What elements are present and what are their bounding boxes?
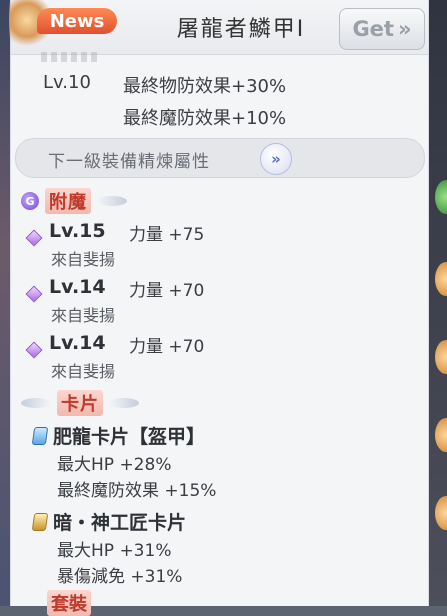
card-icon xyxy=(31,513,49,531)
card-name: 暗・神工匠卡片 xyxy=(53,512,187,534)
news-button[interactable]: News xyxy=(37,8,117,34)
get-button[interactable]: Get » xyxy=(339,8,425,50)
expand-chevron-icon[interactable]: » xyxy=(260,143,292,175)
enchant-stat: 力量 +75 xyxy=(129,225,205,245)
enchant-source: 來自斐揚 xyxy=(51,362,116,381)
enchant-level: Lv.14 xyxy=(49,276,106,298)
card-icon xyxy=(31,427,49,445)
enchant-source: 來自斐揚 xyxy=(51,306,116,325)
enchant-section-header: G 附魔 xyxy=(21,188,127,214)
side-button-orange-2[interactable] xyxy=(435,340,447,374)
cut-off-row xyxy=(41,52,101,62)
get-label: Get xyxy=(352,17,394,41)
next-refine-bar[interactable]: 下一級裝備精煉屬性 » xyxy=(15,138,425,178)
enchant-stat: 力量 +70 xyxy=(129,281,205,301)
enchant-stat: 力量 +70 xyxy=(129,337,205,357)
set-section-title: 套裝 xyxy=(47,590,91,616)
equipment-detail-panel: News 屠龍者鱗甲Ⅰ Get » Lv.10 最終物防效果+30% 最終魔防效… xyxy=(9,0,429,616)
enchant-diamond-icon xyxy=(25,229,43,247)
enchant-level: Lv.15 xyxy=(49,220,106,242)
refine-effect-2: 最終魔防效果+10% xyxy=(123,108,287,129)
enchant-level: Lv.14 xyxy=(49,332,106,354)
panel-header: News 屠龍者鱗甲Ⅰ Get » xyxy=(9,0,428,55)
refine-effect-1: 最終物防效果+30% xyxy=(123,76,287,97)
wing-decoration-icon xyxy=(21,398,51,408)
side-button-orange-4[interactable] xyxy=(435,496,447,530)
side-button-orange[interactable] xyxy=(435,262,447,296)
enchant-diamond-icon xyxy=(25,341,43,359)
card-section-header: 卡片 xyxy=(21,390,139,416)
next-refine-label: 下一級裝備精煉屬性 xyxy=(48,152,210,172)
chevron-right-icon: » xyxy=(397,17,412,41)
enchant-diamond-icon xyxy=(25,285,43,303)
enchant-icon: G xyxy=(21,192,39,210)
side-button-green[interactable] xyxy=(435,180,447,214)
card-title: 卡片 xyxy=(57,390,103,416)
wing-decoration-icon xyxy=(109,398,139,408)
card-stat: 最大HP +28% xyxy=(57,455,172,475)
side-button-orange-3[interactable] xyxy=(435,418,447,452)
card-stat: 最終魔防效果 +15% xyxy=(57,481,217,501)
card-stat: 最大HP +31% xyxy=(57,541,172,561)
enchant-source: 來自斐揚 xyxy=(51,250,116,269)
news-label: News xyxy=(49,10,105,32)
wing-decoration-icon xyxy=(97,196,127,206)
refine-level: Lv.10 xyxy=(43,72,91,93)
card-stat: 暴傷減免 +31% xyxy=(57,567,183,587)
enchant-title: 附魔 xyxy=(45,188,91,214)
game-background-right xyxy=(427,0,447,606)
card-name: 肥龍卡片【盔甲】 xyxy=(53,426,206,448)
item-title: 屠龍者鱗甲Ⅰ xyxy=(176,17,306,42)
